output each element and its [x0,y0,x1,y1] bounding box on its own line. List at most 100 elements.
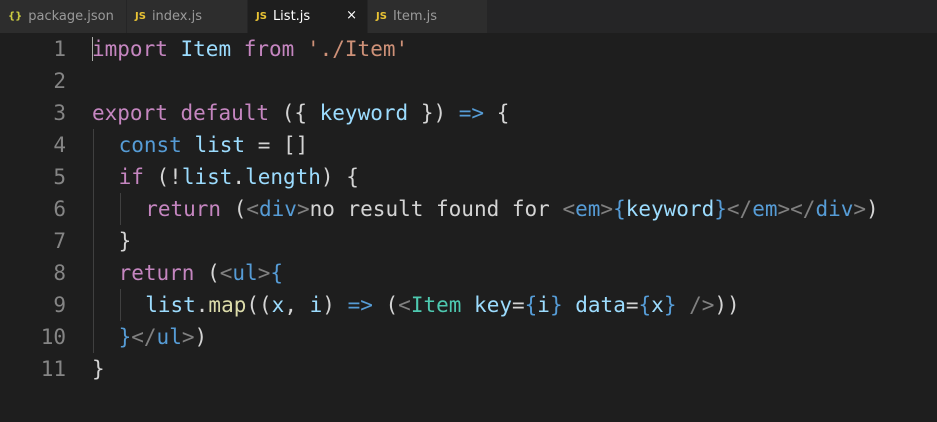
code-text: if (!list.length) { [119,161,359,193]
code-token: i [537,293,550,317]
code-token: (! [143,165,182,189]
code-token: { [524,293,538,317]
code-token: ({ [281,101,307,125]
line-number: 11 [40,357,66,381]
code-line[interactable]: 5 if (!list.length) { [0,161,937,193]
code-token: return [145,197,222,221]
code-token: x [271,293,285,317]
indent-guide [119,193,121,225]
code-text: import Item from './Item' [92,33,408,65]
code-line[interactable]: 8 return (<ul>{ [0,257,937,289]
code-token: list [194,133,246,157]
code-token: } [549,293,563,317]
code-line[interactable]: 10}</ul>) [0,321,937,353]
code-token: /> [676,293,715,317]
line-number: 3 [53,101,66,125]
indent-guide [119,289,121,321]
js-file-icon: JS [376,11,387,22]
code-token: length [245,165,321,189]
tab-item-js[interactable]: JS Item.js [368,0,488,33]
close-icon[interactable]: × [346,8,357,23]
code-token: }) [420,101,447,125]
code-token: em [575,197,601,221]
code-token: = [511,293,525,317]
code-line[interactable]: 3 export default ({ keyword }) => { [0,97,937,129]
line-number: 8 [53,261,66,285]
code-text: } [119,225,132,257]
code-token: import [92,37,168,61]
code-line[interactable]: 7} [0,225,937,257]
tab-bar: {} package.json JS index.js JS List.js ×… [0,0,937,33]
code-token: ul [232,261,258,285]
indent-guide [93,161,94,193]
indent-guide [93,193,94,225]
code-token: < [246,197,259,221]
code-token: Item [180,37,232,61]
indent-guide [93,129,94,161]
code-token: { [638,293,652,317]
code-token: . [195,293,209,317]
code-text: return (<ul>{ [119,257,283,289]
line-number: 9 [53,293,66,317]
line-number: 1 [53,37,66,61]
code-token: } [92,357,105,381]
code-token: } [118,229,132,253]
code-token: default [180,101,270,125]
code-token: return [118,261,195,285]
code-line[interactable]: 2 [0,65,937,97]
code-token: list [181,165,233,189]
code-token: ( [194,261,220,285]
code-token: { [613,197,626,221]
code-token: { [270,261,284,285]
code-token: ( [372,293,399,317]
code-token: ) [866,197,879,221]
json-file-icon: {} [8,11,23,22]
code-token: = [625,293,639,317]
code-token: } [714,197,727,221]
code-line[interactable]: 11} [0,353,937,385]
code-token: if [118,165,144,189]
code-token: ) [322,293,348,317]
code-token: map [208,293,247,317]
code-text: list.map((x, i) => (<Item key={i} data={… [145,289,740,321]
code-token: > [257,261,271,285]
code-token: < [562,197,576,221]
code-line[interactable]: 1 import Item from './Item' [0,33,937,65]
tab-list-js[interactable]: JS List.js × [248,0,368,33]
indent-guide [93,257,94,289]
code-token: no result found for [309,197,563,221]
code-editor[interactable]: 1 import Item from './Item' 2 3 export defau… [0,33,937,422]
indent-guide [93,225,94,257]
code-token: )) [714,293,740,317]
code-token: keyword [319,101,409,125]
tab-package-json[interactable]: {} package.json [0,0,127,33]
code-line[interactable]: 4 const list = [] [0,129,937,161]
code-token: > [296,197,310,221]
code-token: </ [131,325,157,349]
code-token: < [219,261,233,285]
code-token: > [181,325,195,349]
code-token: export [92,101,168,125]
code-token: ) { [320,165,359,189]
tab-index-js[interactable]: JS index.js [127,0,248,33]
code-token: } [663,293,677,317]
indent-guide [93,289,94,321]
code-token: > [600,197,614,221]
code-line[interactable]: 6 return (<div>no result found for <em>{k… [0,193,937,225]
code-token: x [651,293,664,317]
line-number: 10 [40,325,66,349]
code-line[interactable]: 9 list.map((x, i) => (<Item key={i} data=… [0,289,937,321]
code-token: ></ [777,197,816,221]
code-token: Item [410,293,462,317]
tab-label: index.js [151,9,203,24]
code-token: => [458,101,485,125]
line-number: 7 [53,229,66,253]
